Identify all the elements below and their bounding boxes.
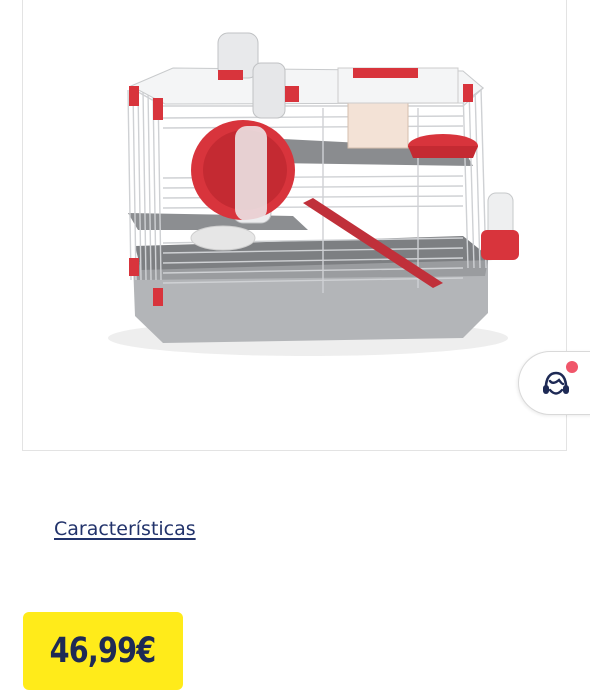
features-link[interactable]: Características	[54, 518, 196, 540]
support-chat-button[interactable]	[518, 351, 590, 415]
price-badge: 46,99€	[23, 612, 183, 690]
price-value: 46,99€	[50, 631, 157, 671]
notification-dot	[566, 361, 578, 373]
product-page: Características 46,99€	[0, 0, 590, 699]
customer-support-icon	[543, 371, 569, 395]
product-image-frame	[22, 0, 567, 451]
product-image[interactable]	[23, 0, 567, 451]
